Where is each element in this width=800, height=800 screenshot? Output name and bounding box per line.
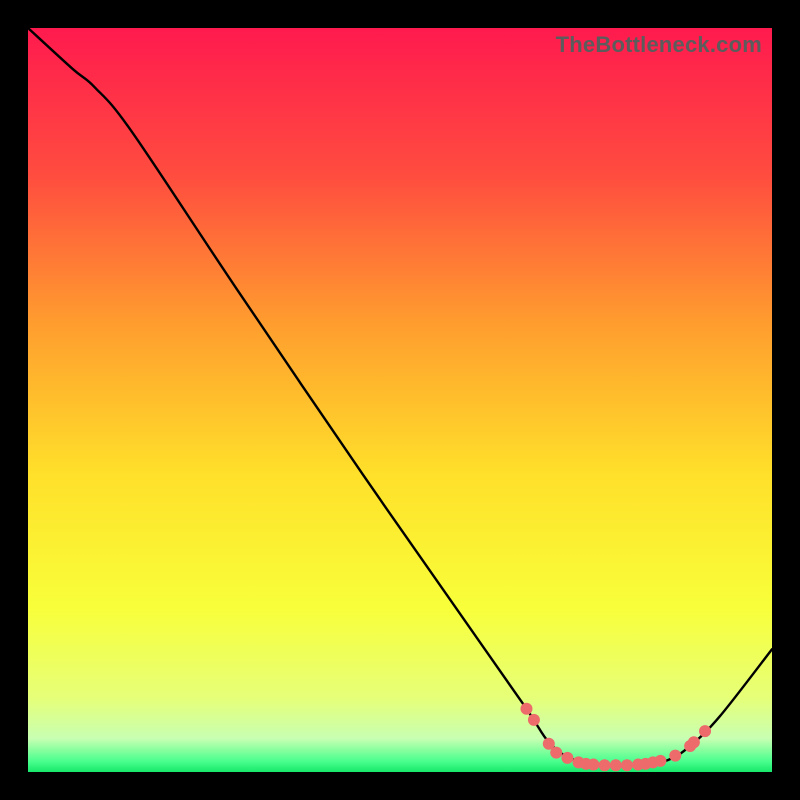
- watermark-text: TheBottleneck.com: [556, 32, 762, 58]
- data-marker: [688, 736, 700, 748]
- data-marker: [587, 759, 599, 771]
- chart-background: [28, 28, 772, 772]
- data-marker: [550, 747, 562, 759]
- data-marker: [654, 755, 666, 767]
- chart-canvas: [28, 28, 772, 772]
- data-marker: [610, 759, 622, 771]
- chart-frame: TheBottleneck.com: [28, 28, 772, 772]
- data-marker: [520, 703, 532, 715]
- data-marker: [561, 752, 573, 764]
- data-marker: [669, 750, 681, 762]
- data-marker: [599, 759, 611, 771]
- data-marker: [699, 725, 711, 737]
- data-marker: [621, 759, 633, 771]
- data-marker: [528, 714, 540, 726]
